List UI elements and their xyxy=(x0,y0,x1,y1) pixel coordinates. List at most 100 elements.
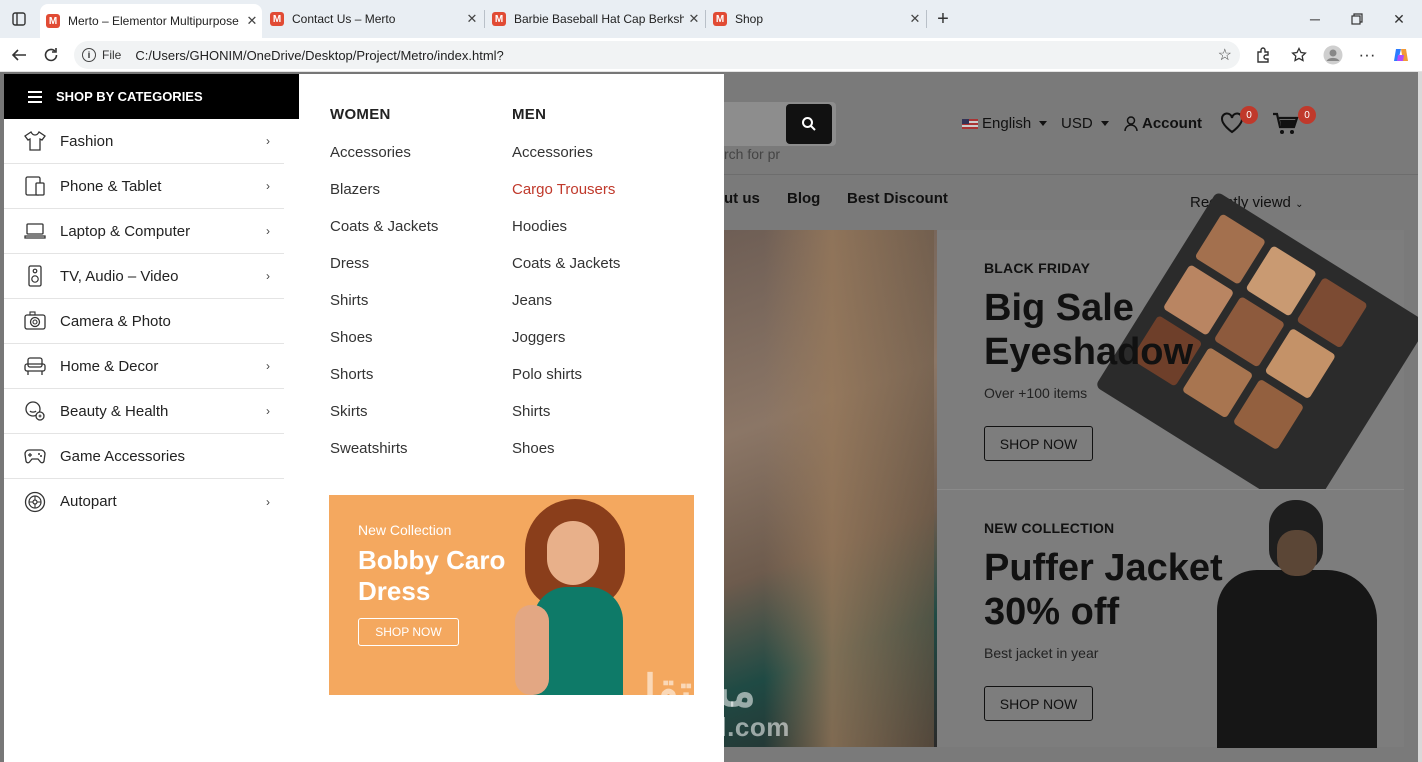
promo-title: Bobby Caro Dress xyxy=(358,545,506,606)
page-scrollbar[interactable] xyxy=(1418,72,1422,762)
tab-actions-icon[interactable] xyxy=(8,8,30,30)
men-link-cargo-trousers[interactable]: Cargo Trousers xyxy=(512,181,615,198)
copilot-icon[interactable] xyxy=(1390,44,1412,66)
men-link-shirts[interactable]: Shirts xyxy=(512,403,550,420)
women-link-coats-jackets[interactable]: Coats & Jackets xyxy=(330,218,438,235)
sidebar-item-label: Phone & Tablet xyxy=(60,177,162,195)
close-icon[interactable]: ✕ xyxy=(462,11,482,27)
browser-address-bar: i File C:/Users/GHONIM/OneDrive/Desktop/… xyxy=(0,38,1422,72)
sidebar-item-game-accessories[interactable]: Game Accessories xyxy=(4,434,284,479)
account-label: Account xyxy=(1142,115,1202,132)
hero-hair-shape xyxy=(764,230,934,747)
wishlist-button[interactable]: 0 xyxy=(1220,106,1258,139)
site-info-icon[interactable]: i xyxy=(82,48,96,62)
search-placeholder: rch for pr xyxy=(724,146,781,162)
fashion-mega-menu: WOMEN MEN Accessories Blazers Coats & Ja… xyxy=(299,74,724,762)
sidebar-item-label: Autopart xyxy=(60,493,117,510)
watermark-latin: mostaql.com xyxy=(624,712,790,742)
extensions-icon[interactable] xyxy=(1252,44,1274,66)
back-arrow-icon[interactable] xyxy=(8,44,30,66)
account-link[interactable]: Account xyxy=(1124,115,1202,132)
new-tab-icon[interactable]: + xyxy=(932,8,954,30)
watermark-arabic: مستقل xyxy=(624,667,756,716)
women-link-shirts[interactable]: Shirts xyxy=(330,292,368,309)
sidebar-item-label: Laptop & Computer xyxy=(60,222,191,240)
shop-now-button[interactable]: SHOP NOW xyxy=(984,426,1093,461)
chevron-right-icon: › xyxy=(266,494,270,509)
women-link-shoes[interactable]: Shoes xyxy=(330,329,373,346)
tab-title: Barbie Baseball Hat Cap Berkshire xyxy=(514,12,684,26)
favorite-star-icon[interactable]: ☆ xyxy=(1218,45,1232,65)
sidebar-item-phone-tablet[interactable]: Phone & Tablet › xyxy=(4,164,284,209)
tab-merto-home[interactable]: M Merto – Elementor Multipurpose ✕ xyxy=(40,4,262,38)
promo-shop-now-button[interactable]: SHOP NOW xyxy=(358,618,459,646)
profile-avatar-icon[interactable] xyxy=(1322,44,1344,66)
language-selector[interactable]: English xyxy=(962,115,1048,132)
user-icon xyxy=(1124,115,1138,131)
women-link-shorts[interactable]: Shorts xyxy=(330,366,373,383)
sidebar-item-label: Camera & Photo xyxy=(60,312,171,330)
mostaql-watermark: مستقل mostaql.com xyxy=(624,667,790,743)
promo-banner-bobby-caro[interactable]: New Collection Bobby Caro Dress SHOP NOW xyxy=(329,495,694,695)
merto-favicon-icon: M xyxy=(270,12,284,26)
currency-selector[interactable]: USD xyxy=(1061,115,1109,132)
men-link-accessories[interactable]: Accessories xyxy=(512,144,593,161)
maximize-icon[interactable] xyxy=(1346,8,1368,30)
nav-about-us[interactable]: ut us xyxy=(724,190,760,207)
nav-blog[interactable]: Blog xyxy=(787,190,820,207)
shop-now-button[interactable]: SHOP NOW xyxy=(984,686,1093,721)
men-link-shoes[interactable]: Shoes xyxy=(512,440,555,457)
tab-divider xyxy=(705,10,706,28)
sidebar-item-beauty-health[interactable]: Beauty & Health › xyxy=(4,389,284,434)
cart-count-badge: 0 xyxy=(1298,106,1316,124)
sidebar-item-fashion[interactable]: Fashion › xyxy=(4,119,284,164)
women-link-blazers[interactable]: Blazers xyxy=(330,181,380,198)
favorites-icon[interactable] xyxy=(1288,44,1310,66)
women-link-dress[interactable]: Dress xyxy=(330,255,369,272)
cart-button[interactable]: 0 xyxy=(1272,106,1316,141)
sidebar-item-home-decor[interactable]: Home & Decor › xyxy=(4,344,284,389)
women-link-accessories[interactable]: Accessories xyxy=(330,144,411,161)
men-link-polo-shirts[interactable]: Polo shirts xyxy=(512,366,582,383)
men-link-hoodies[interactable]: Hoodies xyxy=(512,218,567,235)
women-column-heading: WOMEN xyxy=(330,106,391,123)
search-icon xyxy=(802,117,816,131)
nav-best-discount[interactable]: Best Discount xyxy=(847,190,948,207)
tab-divider xyxy=(484,10,485,28)
sidebar-item-label: Beauty & Health xyxy=(60,402,169,420)
tab-shop[interactable]: M Shop ✕ xyxy=(707,6,925,32)
men-link-coats-jackets[interactable]: Coats & Jackets xyxy=(512,255,620,272)
sidebar-item-laptop-computer[interactable]: Laptop & Computer › xyxy=(4,209,284,254)
sofa-icon xyxy=(24,355,46,377)
men-link-jeans[interactable]: Jeans xyxy=(512,292,552,309)
url-text[interactable]: C:/Users/GHONIM/OneDrive/Desktop/Project… xyxy=(135,48,503,63)
sidebar-item-label: Fashion xyxy=(60,132,114,150)
browser-tab-bar: M Merto – Elementor Multipurpose ✕ M Con… xyxy=(0,0,1422,38)
sidebar-item-camera-photo[interactable]: Camera & Photo xyxy=(4,299,284,344)
close-icon[interactable]: ✕ xyxy=(905,11,925,27)
tab-contact-us[interactable]: M Contact Us – Merto ✕ xyxy=(264,6,482,32)
minimize-icon[interactable]: ─ xyxy=(1304,8,1326,30)
chevron-right-icon: › xyxy=(266,269,270,283)
tablet-icon xyxy=(24,175,46,197)
shop-by-categories-header[interactable]: SHOP BY CATEGORIES xyxy=(4,74,299,119)
search-button[interactable] xyxy=(786,104,832,144)
sidebar-item-tv-audio-video[interactable]: TV, Audio – Video › xyxy=(4,254,284,299)
page-viewport: rch for pr English USD Account 0 0 ut us xyxy=(0,72,1422,762)
more-options-icon[interactable]: ··· xyxy=(1356,44,1378,66)
close-icon[interactable]: ✕ xyxy=(684,11,704,27)
women-link-skirts[interactable]: Skirts xyxy=(330,403,368,420)
sidebar-item-label: Home & Decor xyxy=(60,357,159,375)
window-close-icon[interactable]: ✕ xyxy=(1388,8,1410,30)
tab-barbie-hat[interactable]: M Barbie Baseball Hat Cap Berkshire ✕ xyxy=(486,6,704,32)
reload-icon[interactable] xyxy=(40,44,62,66)
banner-eyeshadow: BLACK FRIDAY Big Sale Eyeshadow Over +10… xyxy=(937,191,1422,519)
women-link-sweatshirts[interactable]: Sweatshirts xyxy=(330,440,408,457)
hero-image-woman xyxy=(724,230,937,747)
close-icon[interactable]: ✕ xyxy=(242,13,262,29)
url-field[interactable]: i File C:/Users/GHONIM/OneDrive/Desktop/… xyxy=(74,41,1240,69)
men-link-joggers[interactable]: Joggers xyxy=(512,329,565,346)
sidebar-item-autopart[interactable]: Autopart › xyxy=(4,479,284,524)
tab-title: Shop xyxy=(735,12,764,26)
banner-title: Big Sale xyxy=(984,287,1134,329)
